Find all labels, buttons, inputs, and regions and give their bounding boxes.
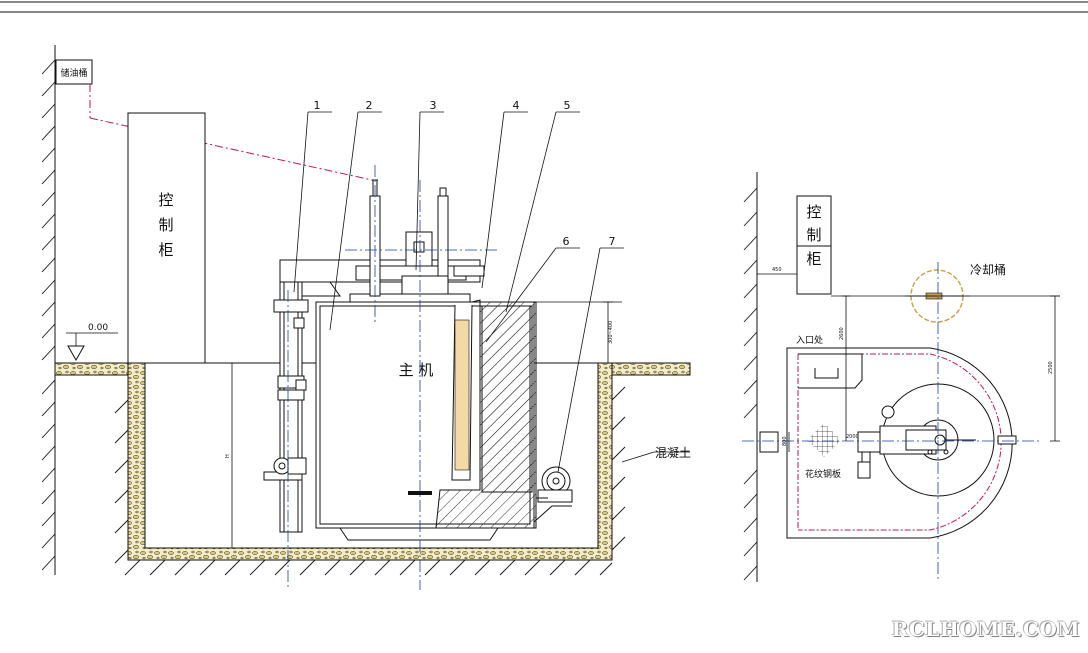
oil-tank-label: 储油桶 <box>60 67 87 79</box>
control-cabinet-left-char-3: 柜 <box>158 241 173 259</box>
control-cabinet-right: 控 制 柜 <box>796 195 832 295</box>
entrance-label: 入口处 <box>796 334 823 346</box>
part-number-5: 5 <box>564 99 571 112</box>
plan-dimension-vertical: 2500 <box>1048 361 1054 374</box>
wall-gap-dimension-label: 450 <box>772 267 782 273</box>
part-number-7: 7 <box>609 235 616 248</box>
control-cabinet-right-char-1: 控 <box>806 203 821 221</box>
plan-dimension-short: 2600 <box>839 327 845 340</box>
part-number-4: 4 <box>513 99 520 112</box>
level-mark: 0.00 <box>66 323 118 362</box>
part-number-3: 3 <box>430 99 437 112</box>
level-mark-value: 0.00 <box>88 323 108 333</box>
right-wall <box>743 172 758 582</box>
control-cabinet-right-char-2: 制 <box>806 226 821 244</box>
part-number-6: 6 <box>563 235 570 248</box>
furnace-installation-drawing: 储油桶 0.00 控 制 柜 H 主 机 300~400 1 2 3 4 5 6… <box>0 1 1088 590</box>
part-number-1: 1 <box>314 99 321 112</box>
concrete-label: 混凝土 <box>655 445 691 460</box>
title-frame-lines <box>0 1 1088 13</box>
checker-plate <box>807 423 841 457</box>
blower <box>533 466 573 523</box>
control-cabinet-right-char-3: 柜 <box>806 250 821 268</box>
checker-plate-label: 花纹钢板 <box>805 468 841 480</box>
main-unit-label: 主 机 <box>399 361 434 379</box>
depth-dimension-label: H <box>225 454 231 458</box>
top-offset-dimension-label: 300~400 <box>608 321 614 344</box>
cad-drawing-canvas: 储油桶 0.00 控 制 柜 H 主 机 300~400 1 2 3 4 5 6… <box>0 0 1088 653</box>
left-wall <box>41 45 56 575</box>
control-cabinet-left-char-2: 制 <box>158 216 173 234</box>
control-cabinet-left: 控 制 柜 <box>127 112 206 364</box>
part-number-2: 2 <box>366 99 373 112</box>
lift-column <box>263 281 309 533</box>
plan-dimension-entry: 800 <box>782 436 788 446</box>
lid-mechanism <box>279 179 485 297</box>
control-cabinet-left-char-1: 控 <box>158 191 173 209</box>
cooling-tank-label: 冷却桶 <box>970 262 1006 277</box>
plan-dimension-small: 2000 <box>846 434 859 440</box>
watermark-logo: RCLHOME.COM <box>891 617 1080 641</box>
oil-tank: 储油桶 <box>55 59 373 181</box>
